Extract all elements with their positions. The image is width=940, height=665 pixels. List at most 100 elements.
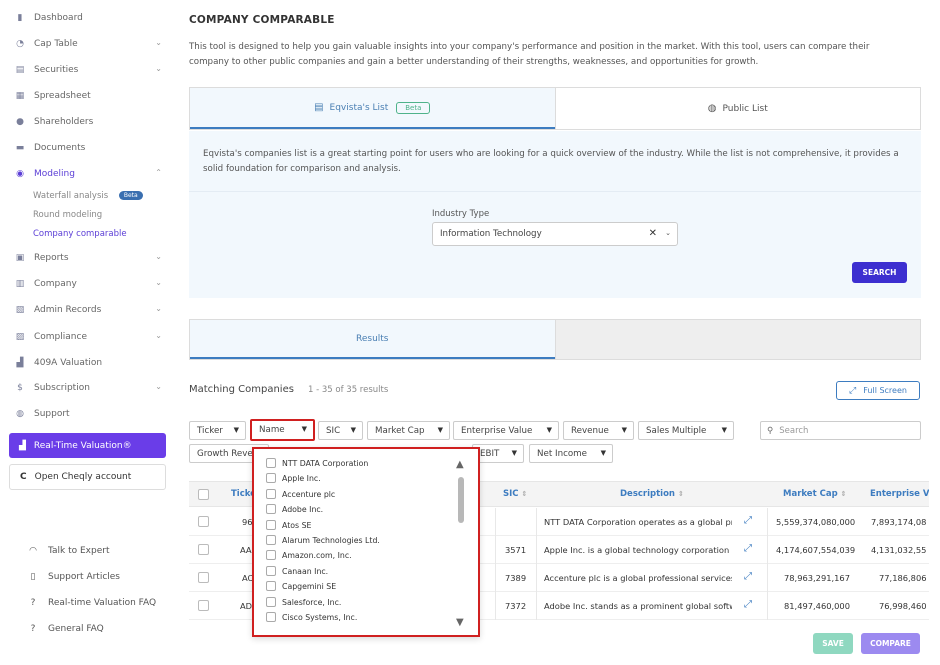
dropdown-option[interactable]: Amazon.com, Inc. xyxy=(266,548,352,562)
sidebar-item-support[interactable]: ◍ Support xyxy=(14,405,170,423)
dropdown-option[interactable]: Capgemini SE xyxy=(266,579,336,593)
th-enterprise-value[interactable]: Enterprise Value xyxy=(870,489,929,499)
cell-enterprise-value: 7,893,174,08 xyxy=(871,517,927,527)
row-checkbox[interactable] xyxy=(198,572,209,583)
th-market-cap[interactable]: Market Cap ⇕ xyxy=(783,489,847,499)
filter-net-income[interactable]: Net Income ▼ xyxy=(529,444,613,463)
option-checkbox[interactable] xyxy=(266,566,276,576)
save-button[interactable]: SAVE xyxy=(813,633,853,654)
expand-icon[interactable]: ⤢ xyxy=(744,571,752,582)
sidebar-item-label: Company xyxy=(34,279,77,289)
sidebar-item-cap-table[interactable]: ◔ Cap Table ⌄ xyxy=(14,35,170,53)
compliance-icon: ▨ xyxy=(15,332,25,342)
talk-to-expert-link[interactable]: ◠ Talk to Expert xyxy=(26,546,109,556)
dropdown-option[interactable]: NTT DATA Corporation xyxy=(266,456,368,470)
cell-market-cap: 81,497,460,000 xyxy=(784,601,850,611)
table-search-input[interactable]: ⚲ Search xyxy=(760,421,921,440)
chevron-down-icon[interactable]: ⌄ xyxy=(665,229,671,237)
clear-icon[interactable]: ✕ xyxy=(649,228,657,239)
realtime-faq-link[interactable]: ? Real-time Valuation FAQ xyxy=(26,598,156,608)
sidebar-sub-waterfall[interactable]: Waterfall analysis Beta xyxy=(33,191,143,201)
option-checkbox[interactable] xyxy=(266,520,276,530)
dropdown-option[interactable]: Accenture plc xyxy=(266,487,335,501)
option-label: Salesforce, Inc. xyxy=(282,597,342,607)
option-checkbox[interactable] xyxy=(266,458,276,468)
tab-eqvista-list[interactable]: ▤ Eqvista's List Beta xyxy=(190,88,555,129)
filter-ticker[interactable]: Ticker ▼ xyxy=(189,421,246,440)
open-cheqly-button[interactable]: C Open Cheqly account xyxy=(9,464,166,490)
sidebar-item-shareholders[interactable]: ● Shareholders xyxy=(14,113,170,131)
dropdown-option[interactable]: Apple Inc. xyxy=(266,471,321,485)
filter-revenue[interactable]: Revenue ▼ xyxy=(563,421,634,440)
option-checkbox[interactable] xyxy=(266,581,276,591)
dropdown-option[interactable]: Adobe Inc. xyxy=(266,502,323,516)
option-checkbox[interactable] xyxy=(266,504,276,514)
dropdown-scrollbar[interactable]: ▲ ▼ xyxy=(456,459,466,629)
sidebar-sub-round-modeling[interactable]: Round modeling xyxy=(33,210,102,220)
select-all-checkbox[interactable] xyxy=(198,489,209,500)
support-articles-link[interactable]: ▯ Support Articles xyxy=(26,572,120,582)
filter-label: SIC xyxy=(326,425,341,436)
dropdown-option[interactable]: Alarum Technologies Ltd. xyxy=(266,533,380,547)
dropdown-option[interactable]: Salesforce, Inc. xyxy=(266,595,341,609)
dropdown-option[interactable]: Atos SE xyxy=(266,518,311,532)
th-description[interactable]: Description ⇕ xyxy=(620,489,684,499)
sidebar-item-spreadsheet[interactable]: ▦ Spreadsheet xyxy=(14,87,170,105)
realtime-valuation-button[interactable]: ▟ Real-Time Valuation® xyxy=(9,433,166,458)
scrollbar-thumb[interactable] xyxy=(458,477,464,523)
filter-sic[interactable]: SIC ▼ xyxy=(318,421,363,440)
divider xyxy=(767,564,768,592)
filter-market-cap[interactable]: Market Cap ▼ xyxy=(367,421,450,440)
sidebar-item-dashboard[interactable]: ▮ Dashboard xyxy=(14,9,170,27)
filter-name[interactable]: Name ▼ xyxy=(250,419,315,441)
row-checkbox[interactable] xyxy=(198,544,209,555)
panel-description: Eqvista's companies list is a great star… xyxy=(203,149,899,174)
sidebar-item-documents[interactable]: ▬ Documents xyxy=(14,139,170,157)
building-icon: ▥ xyxy=(15,279,25,289)
sidebar-item-admin-records[interactable]: ▧ Admin Records ⌄ xyxy=(14,301,170,319)
search-placeholder: Search xyxy=(779,425,809,436)
filter-sales-multiple[interactable]: Sales Multiple ▼ xyxy=(638,421,734,440)
sidebar-item-reports[interactable]: ▣ Reports ⌄ xyxy=(14,249,170,267)
filter-enterprise-value[interactable]: Enterprise Value ▼ xyxy=(453,421,559,440)
expand-icon[interactable]: ⤢ xyxy=(744,599,752,610)
full-screen-button[interactable]: ⤢ Full Screen xyxy=(836,381,920,400)
name-filter-dropdown: NTT DATA Corporation Apple Inc. Accentur… xyxy=(252,447,480,637)
sidebar-item-label: Modeling xyxy=(34,169,75,179)
option-checkbox[interactable] xyxy=(266,612,276,622)
sidebar-item-company[interactable]: ▥ Company ⌄ xyxy=(14,275,170,293)
dropdown-option[interactable]: Cisco Systems, Inc. xyxy=(266,610,357,624)
scroll-up-arrow-icon[interactable]: ▲ xyxy=(456,459,464,470)
divider xyxy=(495,508,496,536)
sidebar-item-subscription[interactable]: $ Subscription ⌄ xyxy=(14,379,170,397)
scroll-down-arrow-icon[interactable]: ▼ xyxy=(456,617,464,628)
search-button[interactable]: SEARCH xyxy=(852,262,907,283)
sidebar-item-modeling[interactable]: ◉ Modeling ⌃ xyxy=(14,165,170,183)
tab-saved-results[interactable]: Saved Results xyxy=(554,320,920,359)
th-sic[interactable]: SIC ⇕ xyxy=(503,489,527,499)
tab-results[interactable]: Results xyxy=(190,320,555,359)
divider xyxy=(495,592,496,620)
dropdown-option[interactable]: Canaan Inc. xyxy=(266,564,328,578)
expand-icon[interactable]: ⤢ xyxy=(744,515,752,526)
general-faq-link[interactable]: ? General FAQ xyxy=(26,624,104,634)
industry-type-select[interactable]: Information Technology ✕ ⌄ xyxy=(432,222,678,246)
results-count: 1 - 35 of 35 results xyxy=(308,385,389,395)
row-checkbox[interactable] xyxy=(198,516,209,527)
expand-icon[interactable]: ⤢ xyxy=(744,543,752,554)
sidebar-sub-company-comparable[interactable]: Company comparable xyxy=(33,229,127,239)
option-checkbox[interactable] xyxy=(266,550,276,560)
filter-label: Name xyxy=(259,425,285,435)
row-checkbox[interactable] xyxy=(198,600,209,611)
tab-public-list[interactable]: ◍ Public List xyxy=(554,88,921,129)
sidebar-item-label: Spreadsheet xyxy=(34,91,91,101)
sidebar-item-409a-valuation[interactable]: ▟ 409A Valuation xyxy=(14,354,170,372)
sort-icon: ⇕ xyxy=(521,490,528,498)
option-checkbox[interactable] xyxy=(266,489,276,499)
compare-button[interactable]: COMPARE xyxy=(861,633,920,654)
option-checkbox[interactable] xyxy=(266,535,276,545)
option-checkbox[interactable] xyxy=(266,597,276,607)
sidebar-item-securities[interactable]: ▤ Securities ⌄ xyxy=(14,61,170,79)
option-checkbox[interactable] xyxy=(266,473,276,483)
sidebar-item-compliance[interactable]: ▨ Compliance ⌄ xyxy=(14,328,170,346)
